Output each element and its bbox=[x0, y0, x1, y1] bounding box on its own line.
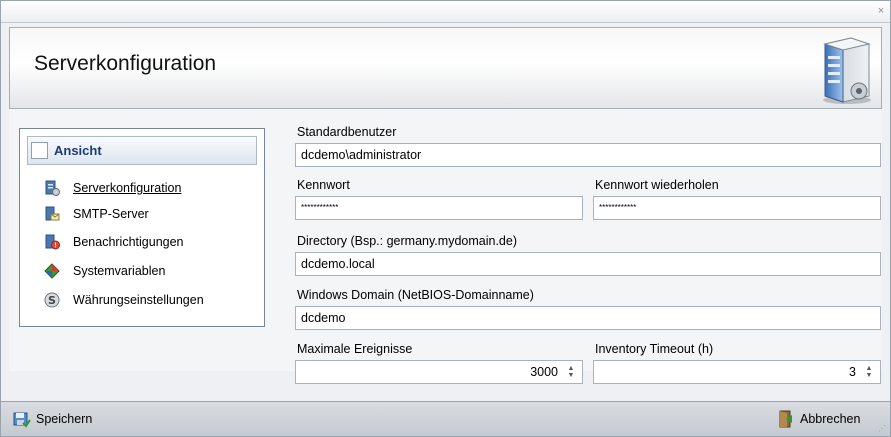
system-variables-icon bbox=[44, 263, 60, 279]
default-user-field[interactable]: dcdemo\administrator bbox=[295, 143, 881, 167]
inventory-timeout-label: Inventory Timeout (h) bbox=[595, 342, 714, 356]
default-user-label: Standardbenutzer bbox=[297, 125, 397, 139]
max-events-label: Maximale Ereignisse bbox=[297, 342, 413, 356]
spinner-arrows-icon[interactable]: ▲ ▼ bbox=[566, 365, 576, 379]
spinner-arrows-icon[interactable]: ▲ ▼ bbox=[864, 365, 874, 379]
nav-item-smtp-server[interactable]: SMTP-Server bbox=[44, 205, 149, 223]
nav-header-label: Ansicht bbox=[54, 143, 102, 158]
password-label: Kennwort bbox=[297, 178, 350, 192]
max-events-stepper[interactable]: 3000 ▲ ▼ bbox=[295, 360, 583, 384]
save-icon bbox=[13, 410, 31, 428]
save-label: Speichern bbox=[36, 412, 93, 426]
inventory-timeout-value: 3 bbox=[849, 365, 856, 379]
smtp-server-icon bbox=[44, 206, 60, 222]
nav-item-serverkonfiguration[interactable]: Serverkonfiguration bbox=[44, 179, 181, 197]
password-repeat-label: Kennwort wiederholen bbox=[595, 178, 719, 192]
nav-item-label: Serverkonfiguration bbox=[73, 181, 182, 195]
close-icon[interactable]: × bbox=[874, 4, 888, 18]
nav-item-benachrichtigungen[interactable]: Benachrichtigungen bbox=[44, 233, 184, 251]
windows-domain-label: Windows Domain (NetBIOS-Domainname) bbox=[297, 288, 534, 302]
nav-item-label: Währungseinstellungen bbox=[73, 293, 204, 307]
nav-header[interactable]: Ansicht bbox=[27, 136, 257, 165]
nav-item-label: Benachrichtigungen bbox=[73, 235, 184, 249]
nav-item-waehrungseinstellungen[interactable]: S Währungseinstellungen bbox=[44, 291, 204, 309]
password-field[interactable]: ************ bbox=[295, 196, 583, 220]
directory-field[interactable]: dcdemo.local bbox=[295, 252, 881, 276]
max-events-value: 3000 bbox=[530, 365, 558, 379]
save-button[interactable]: Speichern bbox=[13, 409, 92, 429]
cancel-button[interactable]: Abbrechen bbox=[777, 409, 860, 429]
exit-door-icon bbox=[777, 410, 795, 428]
cancel-label: Abbrechen bbox=[800, 412, 861, 426]
resize-grip-icon[interactable]: ⋰ bbox=[878, 424, 888, 434]
nav-item-systemvariablen[interactable]: Systemvariablen bbox=[44, 262, 165, 280]
directory-label: Directory (Bsp.: germany.mydomain.de) bbox=[297, 234, 517, 248]
nav-item-label: SMTP-Server bbox=[73, 207, 149, 221]
server-icon bbox=[823, 37, 871, 104]
password-repeat-field[interactable]: ************ bbox=[593, 196, 881, 220]
page-header: Serverkonfiguration bbox=[9, 27, 882, 109]
panel-icon bbox=[31, 142, 48, 159]
settings-window: × Serverkonfiguration Ansicht Serverkonf… bbox=[0, 0, 891, 437]
title-bar: × bbox=[1, 1, 890, 23]
notifications-icon bbox=[44, 234, 60, 250]
currency-icon: S bbox=[44, 292, 60, 308]
inventory-timeout-stepper[interactable]: 3 ▲ ▼ bbox=[593, 360, 881, 384]
server-config-icon bbox=[44, 180, 60, 196]
nav-item-label: Systemvariablen bbox=[73, 264, 166, 278]
navigation-panel: Ansicht Serverkonfiguration SMTP-Server … bbox=[19, 128, 265, 327]
svg-text:S: S bbox=[48, 294, 56, 307]
page-title: Serverkonfiguration bbox=[34, 52, 217, 75]
bottom-toolbar: Speichern Abbrechen ⋰ bbox=[1, 401, 890, 436]
windows-domain-field[interactable]: dcdemo bbox=[295, 306, 881, 330]
